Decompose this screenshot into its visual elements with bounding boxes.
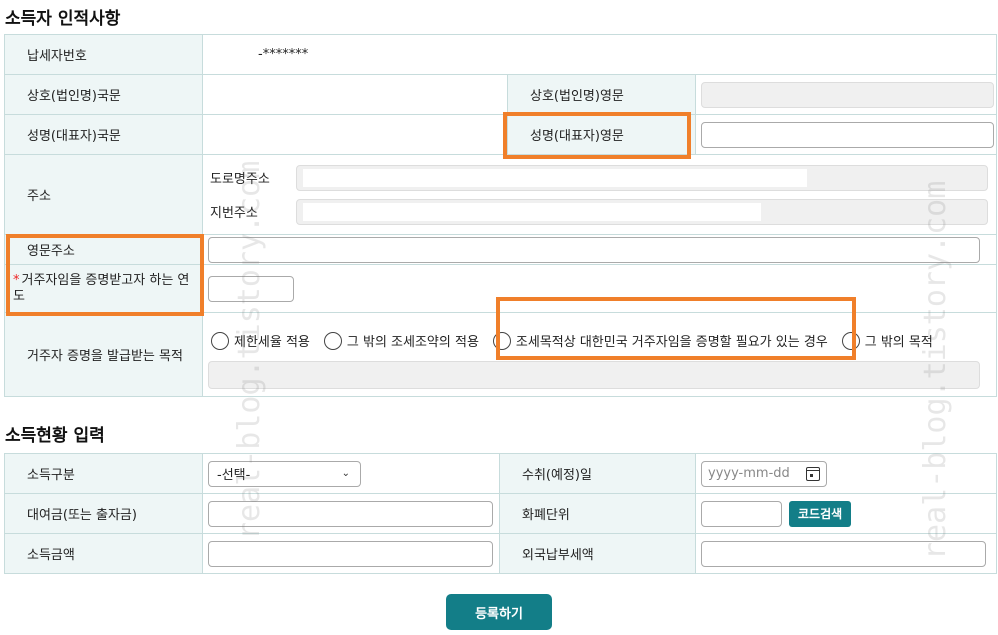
- road-address-field: [296, 164, 988, 191]
- tin-label: 납세자번호: [4, 34, 203, 75]
- purpose-label: 거주자 증명을 발급받는 목적: [4, 312, 203, 397]
- pay-date-label: 수취(예정)일: [499, 453, 696, 494]
- radio-circle-icon[interactable]: [323, 331, 342, 350]
- rep-name-kr-label: 성명(대표자)국문: [4, 114, 203, 155]
- company-name-kr-label: 상호(법인명)국문: [4, 74, 203, 115]
- income-table: 소득구분 -선택- ⌄ 수취(예정)일 yyyy-mm-dd 대여금(또는 출자…: [4, 453, 997, 574]
- watermark-text: real-blog.tistory.com: [232, 160, 267, 540]
- chevron-down-icon: ⌄: [341, 468, 350, 479]
- tin-value: -*******: [202, 34, 997, 75]
- income-amount-label: 소득금액: [4, 533, 203, 574]
- purpose-option-other-treaty[interactable]: 그 밖의 조세조약의 적용: [323, 331, 479, 350]
- rep-name-en-input[interactable]: [701, 121, 994, 148]
- purpose-option-tax-residency-proof[interactable]: 조세목적상 대한민국 거주자임을 증명할 필요가 있는 경우: [492, 331, 828, 350]
- register-button[interactable]: 등록하기: [446, 594, 552, 630]
- company-name-en-field: [701, 81, 994, 108]
- address-label: 주소: [4, 154, 203, 235]
- year-label-text: 거주자임을 증명받고자 하는 연도: [13, 272, 190, 304]
- purpose-detail-field: [208, 360, 980, 389]
- pay-date-input[interactable]: yyyy-mm-dd: [701, 460, 827, 487]
- radio-circle-icon[interactable]: [211, 331, 229, 350]
- income-type-select[interactable]: -선택- ⌄: [208, 460, 361, 487]
- currency-input[interactable]: [701, 500, 782, 527]
- code-search-button[interactable]: 코드검색: [789, 500, 852, 527]
- currency-label: 화폐단위: [499, 493, 696, 534]
- company-name-en-label: 상호(법인명)영문: [507, 74, 696, 115]
- purpose-radio-group: 제한세율 적용 그 밖의 조세조약의 적용 조세목적상 대한민국 거주자임을 증…: [203, 321, 996, 361]
- lot-address-field: [296, 198, 988, 225]
- radio-circle-icon[interactable]: [492, 331, 511, 350]
- personal-info-table: 납세자번호 -******* 상호(법인명)국문 상호(법인명)영문 성명(대표…: [4, 34, 997, 397]
- rep-name-kr-value: [202, 114, 508, 155]
- watermark-text-right: real-blog.tistory.com: [918, 180, 953, 560]
- section-title-personal-info: 소득자 인적사항: [5, 9, 121, 29]
- year-label: * 거주자임을 증명받고자 하는 연도: [4, 264, 203, 313]
- calendar-icon[interactable]: [806, 466, 820, 481]
- required-mark: *: [13, 272, 20, 288]
- en-address-input[interactable]: [208, 236, 980, 263]
- loan-label: 대여금(또는 출자금): [4, 493, 203, 534]
- foreign-tax-label: 외국납부세액: [499, 533, 696, 574]
- radio-circle-icon[interactable]: [841, 331, 860, 350]
- company-name-kr-value: [202, 74, 508, 115]
- rep-name-en-label: 성명(대표자)영문: [507, 114, 696, 155]
- income-type-label: 소득구분: [4, 453, 203, 494]
- section-title-income: 소득현황 입력: [5, 426, 105, 446]
- income-amount-input[interactable]: [208, 540, 493, 567]
- en-address-label: 영문주소: [4, 234, 203, 265]
